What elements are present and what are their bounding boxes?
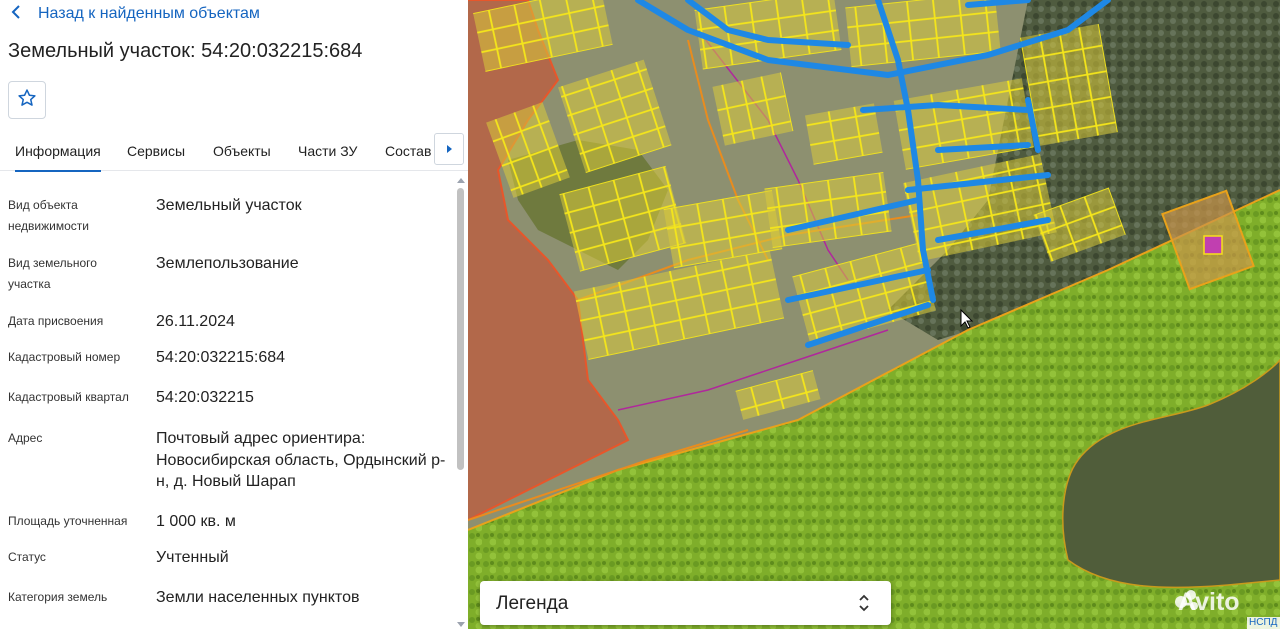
detail-key: Вид объекта недвижимости [8,198,89,233]
tab-composition[interactable]: Состав [385,143,431,159]
sort-arrows-icon [859,593,869,613]
back-link-label: Назад к найденным объектам [38,5,260,22]
detail-key: Площадь уточненная [8,514,128,528]
detail-key: Дата присвоения [8,314,104,328]
detail-value: 54:20:032215 [156,389,254,406]
scroll-down-arrow-icon[interactable] [457,622,465,627]
chevron-left-icon [10,4,30,24]
app-window: Назад к найденным объектам Земельный уча… [0,0,1280,629]
detail-key: Вид земельного участка [8,256,97,291]
detail-value: Почтовый адрес ориентира: Новосибирская … [156,430,446,490]
tabs-scroll-right-button[interactable] [434,133,464,165]
tab-land-parts[interactable]: Части ЗУ [298,143,357,159]
object-info-panel: Назад к найденным объектам Земельный уча… [0,0,468,629]
favorite-button[interactable] [8,81,46,119]
avito-watermark: Avito [1174,588,1240,617]
detail-value: Землепользование [156,255,299,272]
tab-bar: Информация Сервисы Объекты Части ЗУ Сост… [0,133,468,172]
tab-information[interactable]: Информация [15,143,101,172]
detail-key: Кадастровый номер [8,350,121,364]
legend-selector[interactable]: Легенда [480,581,891,625]
detail-value: 54:20:032215:684 [156,349,286,366]
cadastral-map[interactable]: Легенда Avito НСПД [468,0,1280,629]
legend-label: Легенда [496,593,569,614]
caret-right-icon [446,145,452,153]
tab-objects[interactable]: Объекты [213,143,271,159]
tab-services[interactable]: Сервисы [127,143,185,159]
scrollbar-thumb[interactable] [457,188,464,470]
detail-key: Кадастровый квартал [8,390,129,404]
detail-value: Земельный участок [156,197,302,214]
detail-key: Статус [8,550,46,564]
map-canvas[interactable] [468,0,1280,629]
detail-value: 1 000 кв. м [156,513,236,530]
detail-value: 26.11.2024 [156,313,235,330]
scroll-up-arrow-icon[interactable] [457,178,465,183]
detail-value: Земли населенных пунктов [156,589,360,606]
panel-scrollbar[interactable] [455,176,467,629]
page-title: Земельный участок: 54:20:032215:684 [8,40,363,62]
detail-key: Адрес [8,431,43,445]
provider-badge: НСПД [1247,617,1280,629]
back-to-results-link[interactable]: Назад к найденным объектам [10,4,260,24]
detail-key: Категория земель [8,590,108,604]
detail-value: Учтенный [156,549,229,566]
star-icon [17,88,37,113]
